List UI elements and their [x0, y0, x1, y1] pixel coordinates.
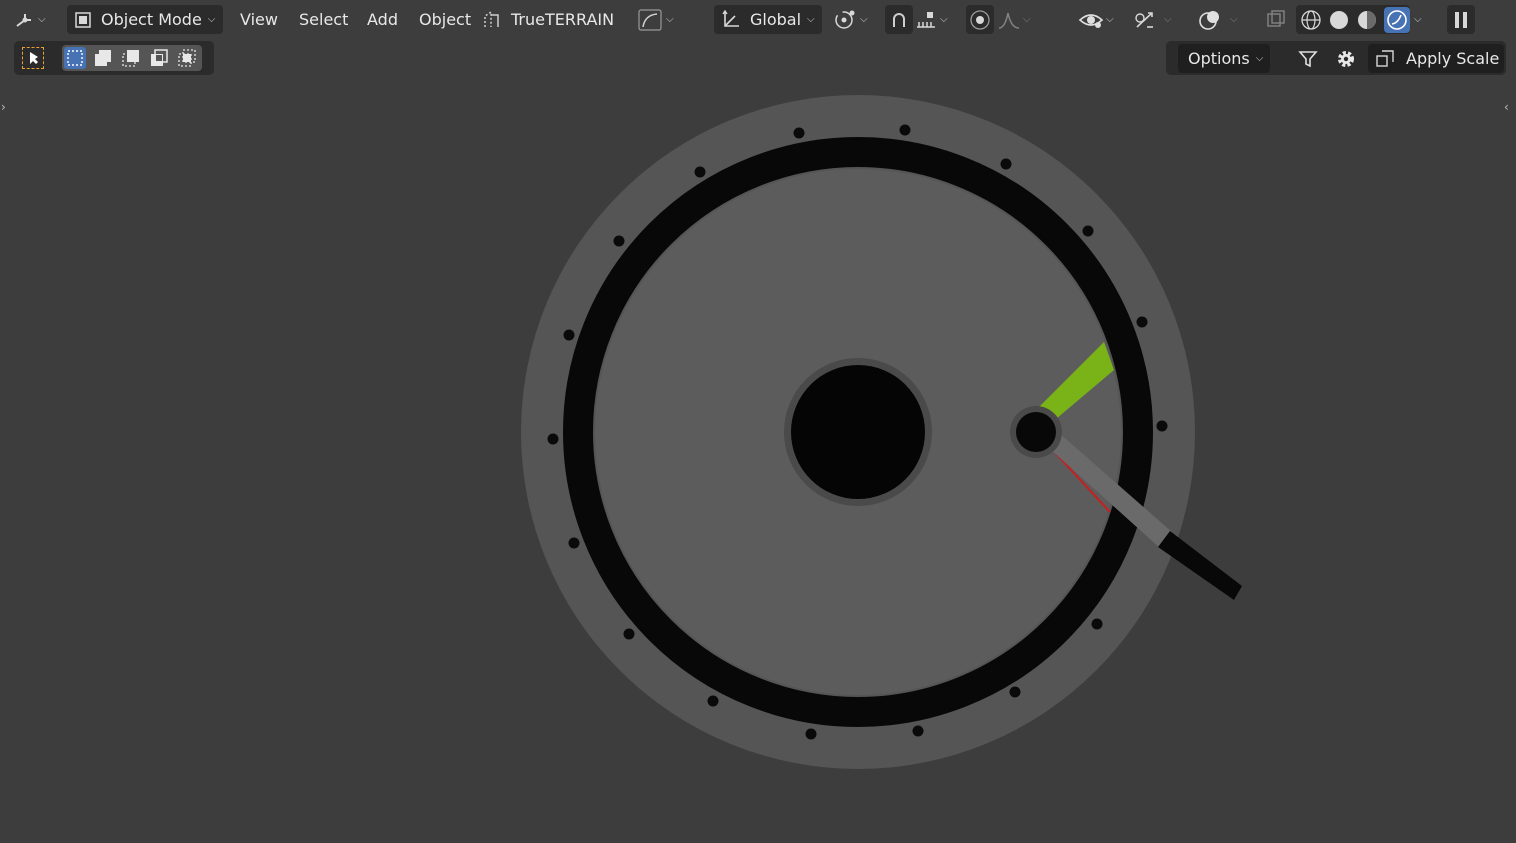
- menu-select-label: Select: [299, 10, 349, 29]
- chevron-down-icon: ⌵: [1164, 14, 1172, 25]
- filter-icon: [1298, 50, 1318, 67]
- select-intersect-button[interactable]: [176, 47, 198, 69]
- viewport-header: ⌵ Object Mode ⌵ View Select Add Object T…: [0, 0, 1516, 40]
- editor-type-icon: [16, 13, 31, 27]
- chevron-down-icon: ⌵: [1230, 14, 1238, 25]
- menu-add[interactable]: Add: [361, 5, 404, 34]
- transform-orientation-select[interactable]: Global ⌵: [714, 5, 822, 34]
- chevron-down-icon: ⌵: [1106, 14, 1114, 25]
- toolbar-expand-icon[interactable]: ›: [1, 100, 6, 114]
- chevron-down-icon: ⌵: [207, 14, 216, 25]
- chevron-down-icon: ⌵: [666, 14, 674, 25]
- pivot-hole[interactable]: [1016, 412, 1056, 452]
- chevron-down-icon: ⌵: [940, 14, 948, 25]
- snap-toggle[interactable]: [885, 5, 913, 34]
- mode-select[interactable]: Object Mode ⌵: [67, 5, 223, 34]
- chevron-down-icon: ⌵: [1255, 53, 1264, 64]
- menu-view-label: View: [240, 10, 278, 29]
- editor-type-button[interactable]: ⌵: [14, 5, 58, 34]
- tweak-tool-button[interactable]: [22, 47, 44, 69]
- select-new-icon: [67, 50, 83, 66]
- proportional-editing-icon: [970, 9, 990, 30]
- shading-material-button[interactable]: [1356, 9, 1378, 31]
- mode-label: Object Mode: [101, 10, 202, 29]
- black-handle[interactable]: [1158, 531, 1242, 600]
- menu-view[interactable]: View: [234, 5, 284, 34]
- menu-select[interactable]: Select: [293, 5, 354, 34]
- snap-icon: [893, 12, 905, 27]
- overlay-dropdown[interactable]: ⌵: [1230, 5, 1246, 34]
- scene-render[interactable]: [0, 0, 1516, 843]
- object-mode-icon: [75, 11, 91, 28]
- trueterrain-button[interactable]: TrueTERRAIN: [481, 5, 614, 34]
- wireframe-shading-icon: [1301, 9, 1321, 30]
- chevron-down-icon: ⌵: [860, 14, 868, 25]
- apply-scale-label: Apply Scale: [1406, 49, 1500, 68]
- options-dropdown[interactable]: Options ⌵: [1178, 44, 1270, 73]
- chevron-down-icon: ⌵: [1023, 14, 1031, 25]
- curve-select[interactable]: ⌵: [638, 5, 682, 34]
- shading-wireframe-button[interactable]: [1300, 9, 1322, 31]
- gizmo-toggle[interactable]: [1131, 5, 1159, 34]
- shading-dropdown[interactable]: ⌵: [1414, 5, 1430, 34]
- select-tool-panel: [14, 41, 214, 75]
- material-shading-icon: [1358, 10, 1376, 29]
- sidebar-expand-icon[interactable]: ‹: [1504, 100, 1509, 114]
- chevron-down-icon: ⌵: [807, 14, 815, 25]
- menu-object-label: Object: [419, 10, 472, 29]
- shading-solid-button[interactable]: [1328, 9, 1350, 31]
- menu-add-label: Add: [367, 10, 398, 29]
- eye-icon: [1078, 13, 1104, 28]
- center-hole[interactable]: [791, 365, 925, 499]
- rendered-shading-icon: [1387, 9, 1407, 30]
- orientation-label: Global: [750, 10, 802, 29]
- falloff-curve-icon: [998, 12, 1020, 29]
- curve-icon: [638, 8, 662, 31]
- select-extend-icon: [95, 50, 111, 66]
- apply-scale-button[interactable]: Apply Scale: [1368, 44, 1504, 73]
- 3d-viewport[interactable]: › ‹ ⌵ Object Mode ⌵ View Select Add Obje…: [0, 0, 1516, 843]
- snap-increment-icon: [917, 11, 935, 28]
- overlay-toggle[interactable]: [1196, 5, 1224, 34]
- pause-icon: [1455, 11, 1467, 28]
- menu-object[interactable]: Object: [413, 5, 477, 34]
- select-subtract-button[interactable]: [120, 47, 142, 69]
- chevron-down-icon: ⌵: [38, 14, 46, 25]
- select-intersect-icon: [178, 49, 196, 67]
- pivot-icon: [835, 10, 855, 29]
- select-new-button[interactable]: [64, 47, 86, 69]
- gizmo-dropdown[interactable]: ⌵: [1164, 5, 1180, 34]
- solid-shading-icon: [1330, 10, 1348, 29]
- gizmo-icon: [1135, 11, 1153, 28]
- trueterrain-icon: [484, 10, 499, 27]
- select-extend-button[interactable]: [92, 47, 114, 69]
- options-label: Options: [1188, 49, 1250, 68]
- filter-button[interactable]: [1294, 44, 1322, 73]
- cursor-arrow-icon: [30, 52, 38, 64]
- pause-button[interactable]: [1447, 5, 1475, 34]
- apply-scale-icon: [1376, 49, 1394, 67]
- select-invert-icon: [151, 49, 168, 66]
- pivot-point-select[interactable]: ⌵: [832, 5, 878, 34]
- settings-button[interactable]: [1332, 44, 1360, 73]
- trueterrain-label: TrueTERRAIN: [511, 10, 615, 29]
- shading-group: [1296, 5, 1410, 34]
- xray-icon: [1267, 9, 1285, 27]
- gear-icon: [1338, 50, 1354, 67]
- overlay-icon: [1199, 10, 1219, 30]
- visibility-select[interactable]: ⌵: [1078, 5, 1122, 34]
- transform-orientation-icon: [722, 9, 739, 27]
- xray-toggle[interactable]: [1262, 5, 1290, 34]
- select-invert-button[interactable]: [148, 47, 170, 69]
- proportional-falloff-select[interactable]: ⌵: [997, 5, 1041, 34]
- shading-rendered-button[interactable]: [1384, 6, 1410, 33]
- proportional-editing-toggle[interactable]: [966, 5, 994, 34]
- select-subtract-icon: [122, 50, 139, 67]
- chevron-down-icon: ⌵: [1414, 14, 1422, 25]
- snap-target-select[interactable]: ⌵: [914, 5, 958, 34]
